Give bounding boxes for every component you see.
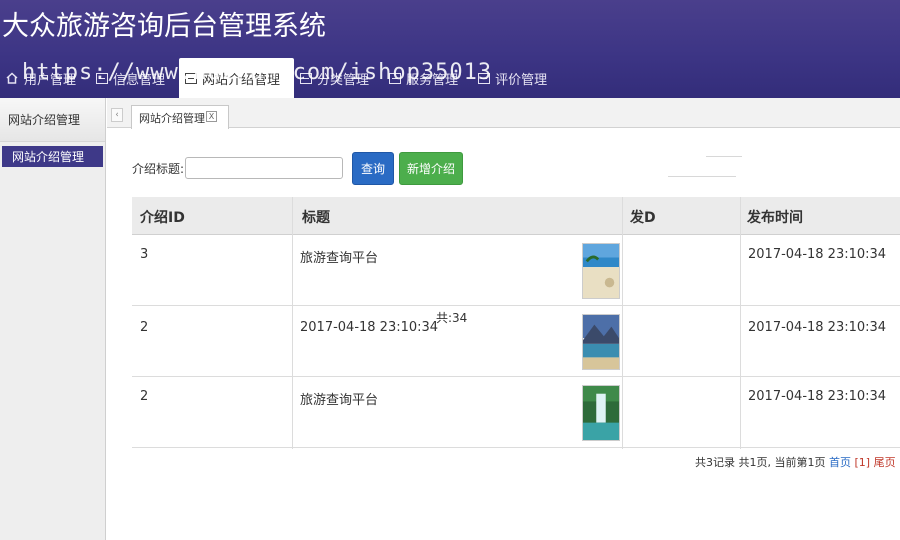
top-nav: 用户管理 信息管理 网站介绍管理 分类管理 服务管理 评价管理 [0,58,900,98]
list-icon [389,72,402,84]
nav-item-label: 用户管理 [24,72,77,88]
nav-item-label: 信息管理 [113,72,166,88]
column-header-id: 介绍ID [140,210,185,226]
cell-time: 2017-04-18 23:10:34 [748,320,887,335]
cell-title: 旅游查询平台 [300,251,379,266]
tab-label: 网站介绍管理 [139,111,205,125]
tab-scroll-left-button[interactable]: ‹ [111,108,123,122]
sidebar-item-site-intro[interactable]: 网站介绍管理 [2,146,103,167]
column-header-title: 标题 [302,210,330,226]
tab-bar: ‹ 网站介绍管理 [107,98,900,129]
add-intro-button[interactable]: 新增介绍 [399,152,463,185]
nav-item-site-intro[interactable]: 网站介绍管理 [179,58,295,98]
list-icon [96,72,109,84]
nav-item-service[interactable]: 服务管理 [383,58,472,98]
cell-id: 2 [140,320,149,335]
table-row[interactable]: 3 旅游查询平台 2017-04-18 23:10:34 [132,235,900,306]
cell-id: 2 [140,389,149,404]
divider [668,176,736,177]
sidebar-item-label: 网站介绍管理 [12,150,85,164]
stray-text: 共:34 [436,311,468,325]
nav-item-label: 服务管理 [406,72,459,88]
intro-table: 介绍ID 标题 发D 发布时间 3 旅游查询平台 2017-04-18 23:1… [132,197,900,449]
cell-time: 2017-04-18 23:10:34 [748,389,887,404]
table-row[interactable]: 2 2017-04-18 23:10:34 2017-04-18 23:10:3… [132,306,900,377]
cell-id: 3 [140,247,149,262]
pagination-summary: 共3记录 共1页, 当前第1页 [695,456,826,469]
cell-title: 旅游查询平台 [300,393,379,408]
column-header-publisher: 发D [630,210,656,226]
tab-close-icon[interactable]: X [206,111,217,122]
cell-time: 2017-04-18 23:10:34 [748,247,887,262]
query-button[interactable]: 查询 [352,152,394,185]
cell-title: 2017-04-18 23:10:34 [300,320,439,335]
sidebar: 网站介绍管理 网站介绍管理 [0,98,106,540]
divider [706,156,742,157]
table-row[interactable]: 2 旅游查询平台 2017-04-18 23:10:34 [132,377,900,448]
nav-item-users[interactable]: 用户管理 [0,58,90,98]
current-page-link[interactable]: [1] [855,456,871,469]
nav-item-label: 网站介绍管理 [202,72,281,88]
waterfall-photo-image [582,385,620,441]
column-header-publish-time: 发布时间 [747,210,803,226]
nav-item-review[interactable]: 评价管理 [472,58,561,98]
last-page-link[interactable]: 尾页 [874,456,896,469]
list-icon [300,72,313,84]
app-header: 大众旅游咨询后台管理系统 用户管理 信息管理 网站介绍管理 分类管理 服务管理 … [0,0,900,98]
sidebar-header: 网站介绍管理 [0,98,105,142]
nav-item-category[interactable]: 分类管理 [294,58,383,98]
lake-mountain-photo-image [582,314,620,370]
beach-photo-image [582,243,620,299]
list-icon [478,72,491,84]
nav-item-label: 评价管理 [495,72,548,88]
search-input[interactable] [185,157,343,179]
home-icon [6,72,18,84]
search-label: 介绍标题: [132,162,185,176]
app-title: 大众旅游咨询后台管理系统 [2,11,326,42]
first-page-link[interactable]: 首页 [829,456,851,469]
nav-item-label: 分类管理 [317,72,370,88]
list-icon [185,72,198,84]
table-header: 介绍ID 标题 发D 发布时间 [132,197,900,235]
nav-item-info[interactable]: 信息管理 [90,58,179,98]
pagination: 共3记录 共1页, 当前第1页 首页 [1] 尾页 [695,454,896,470]
